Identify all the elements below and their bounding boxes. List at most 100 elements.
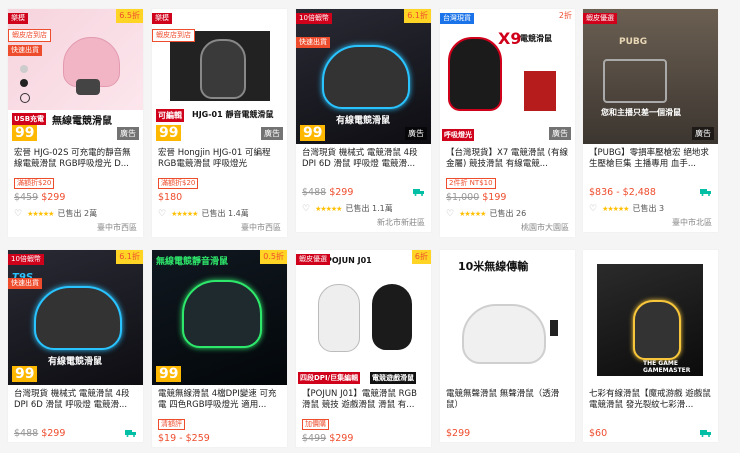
- price-row: $19 - $259: [152, 430, 287, 447]
- promo-label: 可編輯: [156, 109, 184, 122]
- discount-badge: 6.5折: [116, 9, 143, 23]
- price-row: $1,000 $199: [440, 189, 575, 206]
- fast-ship-tag: 快速出貨: [8, 45, 42, 56]
- product-card[interactable]: PUBG 您和主播只差一個滑鼠 蝦皮優選 廣告 【PUBG】零損率壓槍宏 絕地求…: [583, 9, 718, 232]
- product-card[interactable]: 10米無線傳輸 電競無聲滑鼠 無聲滑鼠（透滑鼠） $299: [440, 250, 575, 442]
- discount-badge: 6.1折: [404, 9, 431, 23]
- ad-label: 廣告: [549, 127, 571, 140]
- preferred-tag: 蝦皮優選: [296, 254, 330, 265]
- current-price: $299: [41, 428, 66, 439]
- product-image[interactable]: X9 電競滑鼠 呼吸燈光 台灣現貨 2折 廣告: [440, 9, 575, 144]
- product-card[interactable]: T9S 有線電競滑鼠 99 10倍蝦幣 快速出貨 6.1折 台灣現貨 機械式 電…: [8, 250, 143, 442]
- product-title[interactable]: 電競無線滑鼠 4檔DPI變速 可充電 四色RGB呼吸燈光 適用...: [152, 385, 287, 411]
- pickup-tag: 蝦皮店到店: [8, 29, 51, 42]
- promo-badge: 滿額折$20: [14, 178, 55, 189]
- promo-label: USB充電: [12, 113, 47, 125]
- product-title[interactable]: 台灣現貨 機械式 電競滑鼠 4段 DPI 6D 滑鼠 呼吸燈 電競滑...: [296, 144, 431, 170]
- product-image[interactable]: T9S 有線電競滑鼠 99 10倍蝦幣 快速出貨 6.1折: [8, 250, 143, 385]
- rating-row: ♡ ★★★★★ 已售出 3: [583, 201, 718, 215]
- product-title[interactable]: 台灣現貨 機械式 電競滑鼠 4段 DPI 6D 滑鼠 呼吸燈 電競滑...: [8, 385, 143, 411]
- product-title[interactable]: 宏晉 HJG-02S 可充電的靜音無線電競滑鼠 RGB呼吸燈光 D...: [8, 144, 143, 170]
- promo-price: 99: [12, 125, 38, 141]
- current-price: $836 - $2,488: [589, 187, 656, 198]
- promo-label: POJUN J01: [326, 256, 372, 265]
- heart-icon[interactable]: ♡: [302, 204, 310, 214]
- heart-icon[interactable]: ♡: [589, 204, 597, 214]
- product-card[interactable]: 無線電競靜音滑鼠 99 0.5折 電競無線滑鼠 4檔DPI變速 可充電 四色RG…: [152, 250, 287, 447]
- rating-stars-icon: ★★★★★: [459, 210, 486, 218]
- product-title[interactable]: 【台灣現貨】X7 電競滑鼠 (有線金屬) 競技滑鼠 有線電競...: [440, 144, 575, 170]
- rating-stars-icon: ★★★★★: [27, 210, 54, 218]
- current-price: $19 - $259: [158, 433, 210, 444]
- product-title[interactable]: 【PUBG】零損率壓槍宏 絕地求生壓槍巨集 主播專用 血手...: [583, 144, 718, 170]
- free-shipping-truck-icon: [700, 430, 711, 437]
- current-price: $199: [482, 192, 507, 203]
- product-card[interactable]: THE GAME GAMEMASTER 七彩有線滑鼠【魔戒游戲 遊戲鼠 電競滑鼠…: [583, 250, 718, 442]
- rating-stars-icon: ★★★★★: [315, 205, 342, 213]
- product-card[interactable]: 可編輯 HJG-01 靜音電競滑鼠 99 樂模 蝦皮店到店 廣告 宏晉 Hong…: [152, 9, 287, 237]
- product-card[interactable]: X9 電競滑鼠 呼吸燈光 台灣現貨 2折 廣告 【台灣現貨】X7 電競滑鼠 (有…: [440, 9, 575, 237]
- product-title[interactable]: 七彩有線滑鼠【魔戒游戲 遊戲鼠 電競滑鼠 發光裂紋七彩滑...: [583, 385, 718, 411]
- product-title[interactable]: 【POJUN J01】電競滑鼠 RGB滑鼠 競技 遊戲滑鼠 滑鼠 有...: [296, 385, 431, 411]
- promo-price: 99: [156, 366, 182, 382]
- product-grid: USB充電 無線電競滑鼠 99 樂模 蝦皮店到店 快速出貨 6.5折 廣告 宏晉…: [0, 0, 740, 453]
- price-row: $488 $299: [8, 425, 143, 442]
- discount-badge: 6.1折: [116, 250, 143, 264]
- product-card[interactable]: POJUN J01 四段DPI/巨集編輯 電競遊戲滑鼠 蝦皮優選 6折 【POJ…: [296, 250, 431, 447]
- mall-tag: 樂模: [152, 13, 172, 24]
- sold-count: 已售出 1.4萬: [201, 209, 249, 218]
- heart-icon[interactable]: ♡: [14, 209, 22, 219]
- promo-headline: HJG-01 靜音電競滑鼠: [192, 110, 274, 119]
- product-image[interactable]: 可編輯 HJG-01 靜音電競滑鼠 99 樂模 蝦皮店到店 廣告: [152, 9, 287, 144]
- pickup-tag: 蝦皮店到店: [152, 29, 195, 42]
- rating-row: ♡ ★★★★★ 已售出 1.4萬: [152, 206, 287, 220]
- current-price: $299: [329, 187, 354, 198]
- price-row: $180: [152, 189, 287, 206]
- price-row: $836 - $2,488: [583, 184, 718, 201]
- ad-label: 廣告: [117, 127, 139, 140]
- product-image[interactable]: THE GAME GAMEMASTER: [583, 250, 718, 385]
- shop-location: 新北市新莊區: [377, 218, 425, 227]
- ad-label: 廣告: [405, 127, 427, 140]
- sold-count: 已售出 3: [632, 204, 665, 213]
- product-image[interactable]: POJUN J01 四段DPI/巨集編輯 電競遊戲滑鼠 蝦皮優選 6折: [296, 250, 431, 385]
- discount-badge: 6折: [411, 250, 431, 264]
- sold-count: 已售出 26: [489, 209, 527, 218]
- original-price: $488: [14, 428, 39, 439]
- free-shipping-truck-icon: [413, 189, 424, 196]
- product-image[interactable]: T9S 有線電競滑鼠 99 10倍蝦幣 快速出貨 6.1折 廣告: [296, 9, 431, 144]
- coin-tag: 10倍蝦幣: [296, 13, 332, 24]
- shop-location: 桃園市大園區: [521, 223, 569, 232]
- product-image[interactable]: 10米無線傳輸: [440, 250, 575, 385]
- current-price: $299: [329, 433, 354, 444]
- promo-label: X9: [498, 29, 522, 48]
- product-title[interactable]: 電競無聲滑鼠 無聲滑鼠（透滑鼠）: [440, 385, 575, 411]
- promo-label: 無線電競靜音滑鼠: [156, 257, 229, 267]
- rating-stars-icon: ★★★★★: [602, 205, 629, 213]
- promo-headline: 四段DPI/巨集編輯: [298, 372, 361, 384]
- current-price: $180: [158, 192, 183, 203]
- promo-headline: 有線電競滑鼠: [336, 116, 391, 126]
- heart-icon[interactable]: ♡: [158, 209, 166, 219]
- product-image[interactable]: PUBG 您和主播只差一個滑鼠 蝦皮優選 廣告: [583, 9, 718, 144]
- price-row: $60: [583, 425, 718, 442]
- promo-label: PUBG: [619, 37, 648, 47]
- preferred-tag: 蝦皮優選: [583, 13, 617, 24]
- mall-tag: 樂模: [8, 13, 28, 24]
- price-row: $459 $299: [8, 189, 143, 206]
- product-image[interactable]: USB充電 無線電競滑鼠 99 樂模 蝦皮店到店 快速出貨 6.5折 廣告: [8, 9, 143, 144]
- promo-label: 10米無線傳輸: [458, 260, 529, 273]
- product-title[interactable]: 宏晉 Hongjin HJG-01 可編程 RGB電競滑鼠 呼吸燈光: [152, 144, 287, 170]
- rating-row: ♡ ★★★★★ 已售出 2萬: [8, 206, 143, 220]
- original-price: $488: [302, 187, 327, 198]
- rating-row: ♡ ★★★★★ 已售出 26: [440, 206, 575, 220]
- current-price: $60: [589, 428, 608, 439]
- product-card[interactable]: USB充電 無線電競滑鼠 99 樂模 蝦皮店到店 快速出貨 6.5折 廣告 宏晉…: [8, 9, 143, 237]
- shop-location: 臺中市西區: [241, 223, 281, 232]
- product-image[interactable]: 無線電競靜音滑鼠 99 0.5折: [152, 250, 287, 385]
- original-price: $459: [14, 192, 39, 203]
- original-price: $499: [302, 433, 327, 444]
- product-card[interactable]: T9S 有線電競滑鼠 99 10倍蝦幣 快速出貨 6.1折 廣告 台灣現貨 機械…: [296, 9, 431, 232]
- heart-icon[interactable]: ♡: [446, 209, 454, 219]
- promo-headline: 您和主播只差一個滑鼠: [601, 108, 681, 117]
